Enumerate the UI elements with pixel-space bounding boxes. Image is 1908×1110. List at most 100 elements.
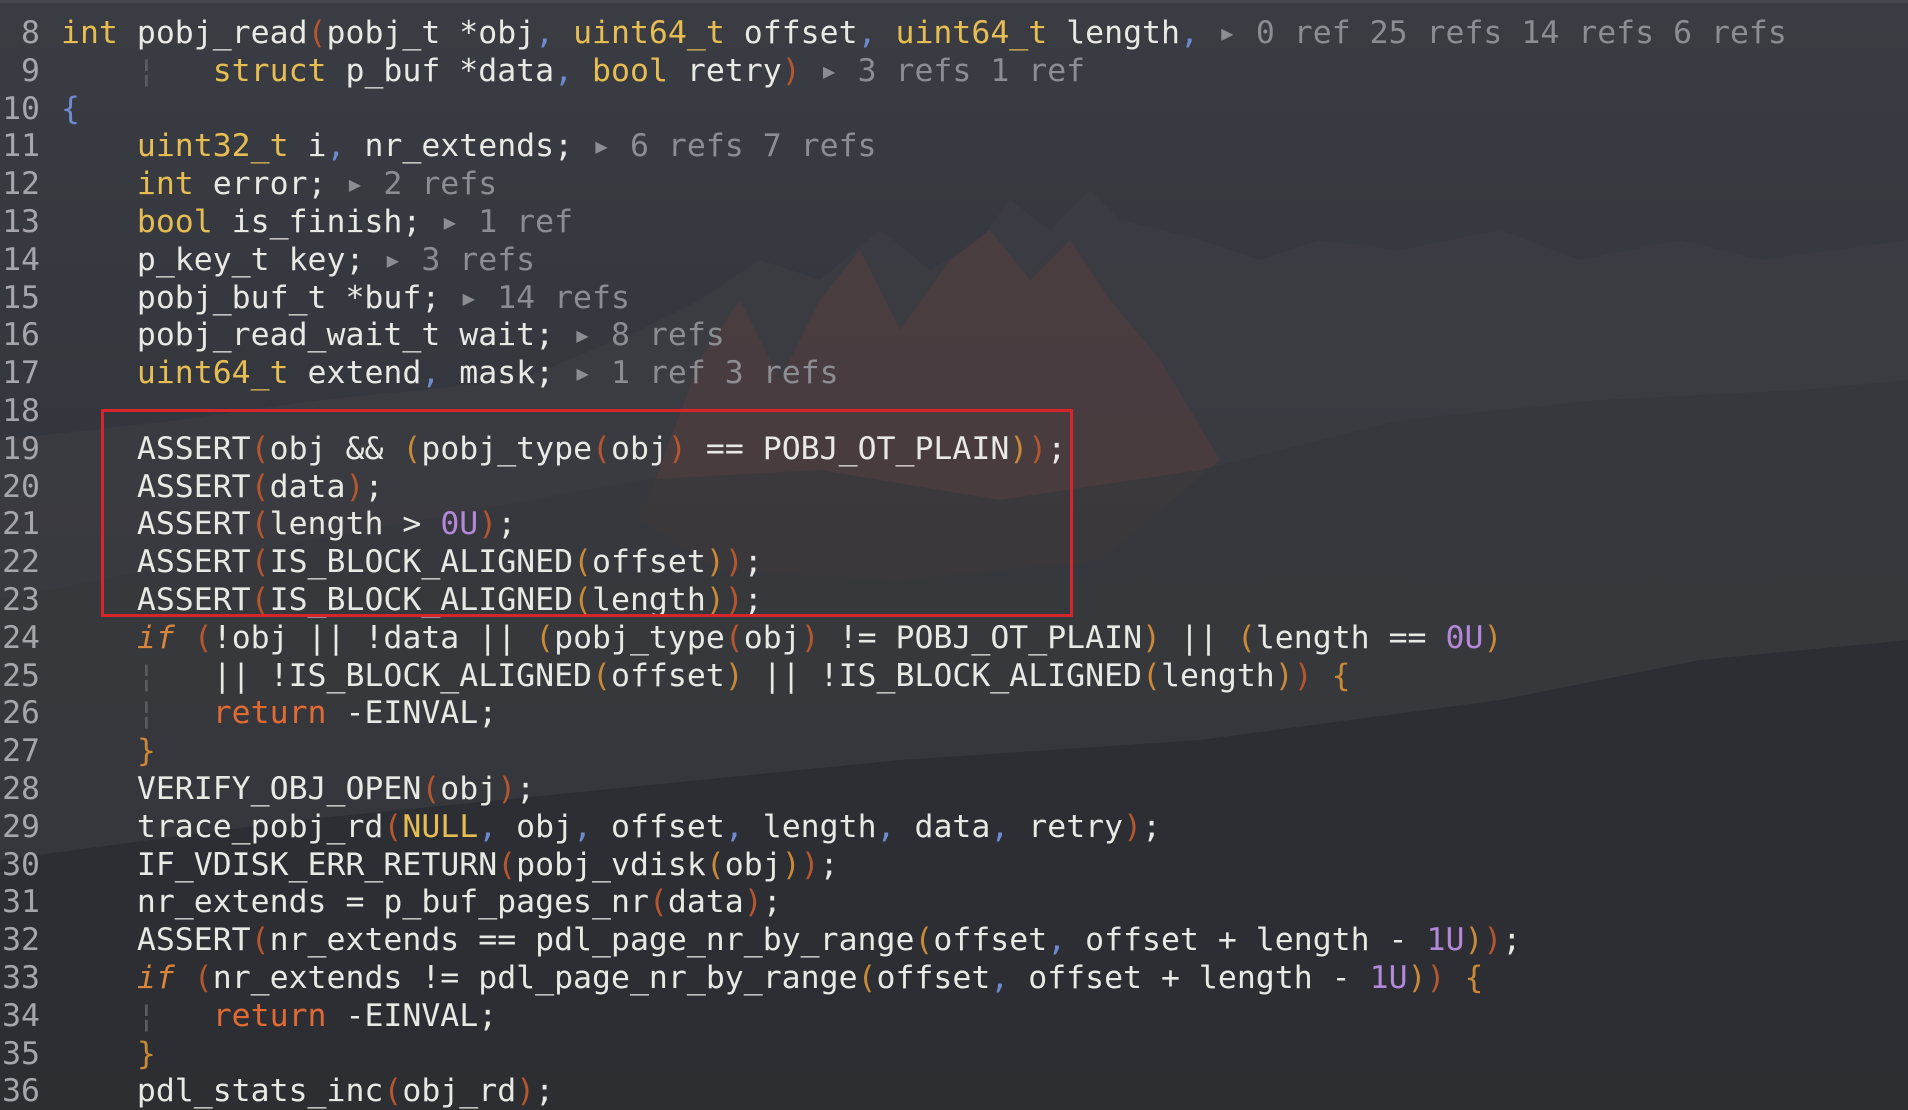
reference-count-hint[interactable]: ▸ 0 ref 25 refs 14 refs 6 refs (1218, 15, 1787, 51)
code-token: ; (497, 506, 517, 543)
code-line[interactable]: 11 uint32_t i, nr_extends; ▸ 6 refs 7 re… (0, 128, 1908, 166)
code-token: ( (383, 808, 403, 845)
line-number: 17 (2, 355, 40, 392)
code-text[interactable]: VERIFY_OBJ_OPEN(obj); (61, 771, 535, 809)
code-line[interactable]: 23 ASSERT(IS_BLOCK_ALIGNED(length)); (0, 582, 1908, 620)
code-line[interactable]: 16 pobj_read_wait_t wait; ▸ 8 refs (0, 317, 1908, 355)
code-area[interactable]: 8 int pobj_read(pobj_t *obj, uint64_t off… (0, 15, 1908, 1110)
code-line[interactable]: 28 VERIFY_OBJ_OPEN(obj); (0, 771, 1908, 809)
line-number: 23 (2, 581, 40, 618)
reference-count-hint[interactable]: ▸ 14 refs (459, 280, 630, 316)
code-line[interactable]: 17 uint64_t extend, mask; ▸ 1 ref 3 refs (0, 355, 1908, 393)
line-number: 21 (2, 506, 40, 543)
code-line[interactable]: 21 ASSERT(length > 0U); (0, 506, 1908, 544)
code-line[interactable]: 29 trace_pobj_rd(NULL, obj, offset, leng… (0, 809, 1908, 847)
code-text[interactable]: p_key_t key; ▸ 3 refs (61, 242, 535, 280)
code-text[interactable]: trace_pobj_rd(NULL, obj, offset, length,… (61, 809, 1161, 847)
code-line[interactable]: 13 bool is_finish; ▸ 1 ref (0, 204, 1908, 242)
code-text[interactable]: pdl_stats_inc(obj_rd); (61, 1073, 554, 1110)
code-token: obj (611, 430, 668, 467)
code-text[interactable]: pobj_read_wait_t wait; ▸ 8 refs (61, 317, 725, 355)
code-token: ) (1009, 430, 1029, 467)
line-number: 27 (2, 733, 40, 770)
code-text[interactable]: bool is_finish; ▸ 1 ref (61, 204, 573, 242)
code-token: is_finish; (231, 203, 441, 240)
code-line[interactable]: 15 pobj_buf_t *buf; ▸ 14 refs (0, 280, 1908, 318)
code-line[interactable]: 30 IF_VDISK_ERR_RETURN(pobj_vdisk(obj)); (0, 847, 1908, 885)
code-line[interactable]: 19 ASSERT(obj && (pobj_type(obj) == POBJ… (0, 431, 1908, 469)
code-text[interactable]: ¦ return -EINVAL; (61, 998, 497, 1036)
reference-count-hint[interactable]: ▸ 2 refs (345, 166, 497, 202)
code-token: obj (743, 619, 801, 656)
code-line[interactable]: 36 pdl_stats_inc(obj_rd); (0, 1073, 1908, 1110)
code-text[interactable]: IF_VDISK_ERR_RETURN(pobj_vdisk(obj)); (61, 847, 839, 885)
code-line[interactable]: 22 ASSERT(IS_BLOCK_ALIGNED(offset)); (0, 544, 1908, 582)
code-token: ) (800, 846, 820, 883)
code-token: , (724, 808, 763, 845)
code-line[interactable]: 34 ¦ return -EINVAL; (0, 998, 1908, 1036)
code-text[interactable]: } (61, 1036, 156, 1074)
line-number: 31 (2, 884, 40, 921)
code-token: length == (1255, 619, 1446, 656)
code-token: == POBJ_OT_PLAIN (686, 430, 1010, 467)
code-line[interactable]: 18 (0, 393, 1908, 431)
code-text[interactable]: ¦ || !IS_BLOCK_ALIGNED(offset) || !IS_BL… (61, 658, 1351, 696)
code-line[interactable]: 14 p_key_t key; ▸ 3 refs (0, 242, 1908, 280)
reference-count-hint[interactable]: ▸ 1 ref (440, 204, 573, 240)
code-line[interactable]: 9 ¦ struct p_buf *data, bool retry) ▸ 3 … (0, 53, 1908, 91)
code-line[interactable]: 27 } (0, 733, 1908, 771)
code-text[interactable]: ASSERT(obj && (pobj_type(obj) == POBJ_OT… (61, 431, 1066, 469)
code-text[interactable]: ¦ return -EINVAL; (61, 695, 497, 733)
code-line[interactable]: 8 int pobj_read(pobj_t *obj, uint64_t off… (0, 15, 1908, 53)
code-text[interactable]: if (!obj || !data || (pobj_type(obj) != … (61, 619, 1503, 658)
reference-count-hint[interactable]: ▸ 1 ref 3 refs (573, 355, 839, 391)
code-text[interactable]: ASSERT(length > 0U); (61, 506, 516, 544)
code-text[interactable]: int pobj_read(pobj_t *obj, uint64_t offs… (61, 15, 1787, 53)
code-token: data (914, 808, 991, 845)
code-editor[interactable]: 8 int pobj_read(pobj_t *obj, uint64_t off… (0, 0, 1908, 1110)
code-text[interactable]: int error; ▸ 2 refs (61, 166, 497, 204)
code-text[interactable]: nr_extends = p_buf_pages_nr(data); (61, 884, 782, 922)
code-text[interactable]: uint64_t extend, mask; ▸ 1 ref 3 refs (61, 355, 839, 393)
code-token: nr_extends != pdl_page_nr_by_range (212, 959, 858, 996)
code-line[interactable]: 20 ASSERT(data); (0, 469, 1908, 507)
line-number: 28 (2, 770, 40, 807)
code-token: ( (174, 619, 213, 656)
code-text[interactable]: { (61, 91, 80, 129)
code-line[interactable]: 31 nr_extends = p_buf_pages_nr(data); (0, 884, 1908, 922)
code-token: ) (781, 52, 820, 89)
code-token: ) (667, 430, 687, 467)
code-line[interactable]: 25 ¦ || !IS_BLOCK_ALIGNED(offset) || !IS… (0, 658, 1908, 696)
code-line[interactable]: 32 ASSERT(nr_extends == pdl_page_nr_by_r… (0, 922, 1908, 960)
code-token: obj (724, 846, 782, 883)
code-line[interactable]: 26 ¦ return -EINVAL; (0, 695, 1908, 733)
code-text[interactable]: } (61, 733, 156, 771)
code-token: ( (573, 544, 593, 581)
indent-guide: ¦ (61, 695, 213, 732)
code-token: , (326, 128, 365, 165)
code-line[interactable]: 33 if (nr_extends != pdl_page_nr_by_rang… (0, 960, 1908, 998)
code-text[interactable]: ASSERT(IS_BLOCK_ALIGNED(length)); (61, 582, 763, 620)
line-number: 20 (2, 468, 40, 505)
code-text[interactable]: uint32_t i, nr_extends; ▸ 6 refs 7 refs (61, 128, 877, 166)
code-text[interactable]: ¦ struct p_buf *data, bool retry) ▸ 3 re… (61, 53, 1085, 91)
reference-count-hint[interactable]: ▸ 6 refs 7 refs (592, 128, 876, 164)
code-line[interactable]: 12 int error; ▸ 2 refs (0, 166, 1908, 204)
code-token: IS_BLOCK_ALIGNED (269, 544, 574, 581)
code-text[interactable]: if (nr_extends != pdl_page_nr_by_range(o… (61, 959, 1484, 998)
code-token: ASSERT (61, 430, 251, 467)
code-text[interactable]: pobj_buf_t *buf; ▸ 14 refs (61, 280, 630, 318)
reference-count-hint[interactable]: ▸ 8 refs (573, 317, 725, 353)
code-line[interactable]: 24 if (!obj || !data || (pobj_type(obj) … (0, 620, 1908, 658)
code-text[interactable]: ASSERT(nr_extends == pdl_page_nr_by_rang… (61, 922, 1522, 960)
line-number: 35 (2, 1035, 40, 1072)
code-line[interactable]: 35 } (0, 1036, 1908, 1074)
reference-count-hint[interactable]: ▸ 3 refs 1 ref (820, 53, 1086, 89)
code-token: !obj || !data || (212, 619, 536, 656)
code-text[interactable]: ASSERT(data); (61, 469, 384, 507)
reference-count-hint[interactable]: ▸ 3 refs (383, 242, 535, 278)
code-text[interactable]: ASSERT(IS_BLOCK_ALIGNED(offset)); (61, 544, 763, 582)
code-token: , (990, 808, 1029, 845)
code-line[interactable]: 10 { (0, 91, 1908, 129)
